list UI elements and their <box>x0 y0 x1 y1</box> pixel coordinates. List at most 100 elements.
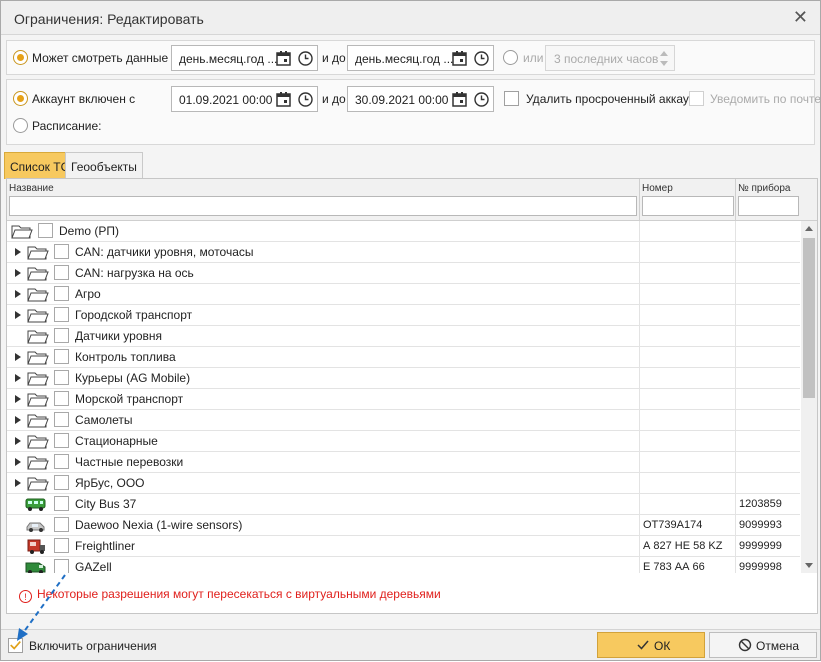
folder-row[interactable]: ЯрБус, ООО <box>7 473 800 494</box>
folder-icon <box>27 432 49 450</box>
last-hours-radio[interactable] <box>503 50 518 65</box>
vehicle-row[interactable]: City Bus 37 1203859 <box>7 494 800 515</box>
vehicle-row[interactable]: Freightliner А 827 НЕ 58 KZ 9999999 <box>7 536 800 557</box>
row-device-cell: 9099993 <box>736 515 800 535</box>
clock-icon[interactable] <box>297 50 314 67</box>
row-checkbox[interactable] <box>54 391 69 406</box>
grid-scrollbar[interactable] <box>801 221 817 573</box>
row-checkbox[interactable] <box>54 475 69 490</box>
expand-arrow-icon[interactable] <box>15 269 21 277</box>
row-number-cell: А 827 НЕ 58 KZ <box>640 536 736 556</box>
clock-icon[interactable] <box>473 50 490 67</box>
schedule-label: Расписание: <box>32 119 102 133</box>
row-name: CAN: нагрузка на ось <box>75 266 194 280</box>
folder-icon <box>27 474 49 492</box>
row-name-cell: GAZell <box>7 557 640 573</box>
expand-arrow-icon[interactable] <box>15 437 21 445</box>
row-checkbox[interactable] <box>54 349 69 364</box>
expand-arrow-icon[interactable] <box>15 248 21 256</box>
row-checkbox[interactable] <box>54 286 69 301</box>
row-checkbox[interactable] <box>54 517 69 532</box>
row-checkbox[interactable] <box>54 265 69 280</box>
row-checkbox[interactable] <box>54 244 69 259</box>
folder-row[interactable]: Агро <box>7 284 800 305</box>
clock-icon[interactable] <box>473 91 490 108</box>
expand-arrow-icon[interactable] <box>15 458 21 466</box>
expand-arrow-icon[interactable] <box>15 479 21 487</box>
warning-text: Некоторые разрешения могут пересекаться … <box>37 587 441 601</box>
row-checkbox[interactable] <box>54 328 69 343</box>
calendar-icon[interactable] <box>275 91 292 108</box>
row-name: City Bus 37 <box>75 497 137 511</box>
name-filter-input[interactable] <box>9 196 637 216</box>
spin-up-icon[interactable] <box>660 51 668 56</box>
scroll-up-icon[interactable] <box>805 226 813 231</box>
vehicle-row[interactable]: GAZell Е 783 АА 66 9999998 <box>7 557 800 573</box>
expand-arrow-icon[interactable] <box>15 311 21 319</box>
expand-arrow-icon[interactable] <box>15 290 21 298</box>
number-filter-input[interactable] <box>642 196 734 216</box>
expand-arrow-icon[interactable] <box>15 416 21 424</box>
folder-row[interactable]: Demo (РП) <box>7 221 800 242</box>
folder-row[interactable]: CAN: нагрузка на ось <box>7 263 800 284</box>
folder-row[interactable]: CAN: датчики уровня, моточасы <box>7 242 800 263</box>
delete-expired-label: Удалить просроченный аккаунт <box>526 92 702 106</box>
close-icon[interactable]: ✕ <box>793 7 808 28</box>
row-device-cell: 9999998 <box>736 557 800 573</box>
cancel-button[interactable]: Отмена <box>709 632 817 658</box>
expand-arrow-icon[interactable] <box>15 374 21 382</box>
folder-row[interactable]: Городской транспорт <box>7 305 800 326</box>
row-device: 1203859 <box>739 498 782 510</box>
account-enabled-radio[interactable] <box>13 91 28 106</box>
row-number-cell <box>640 263 736 283</box>
device-filter-input[interactable] <box>738 196 799 216</box>
check-icon <box>637 640 649 650</box>
view-to-field[interactable]: день.месяц.год ... <box>347 45 494 71</box>
calendar-icon[interactable] <box>275 50 292 67</box>
folder-row[interactable]: Частные перевозки <box>7 452 800 473</box>
tab-geoobjects[interactable]: Геообъекты <box>65 152 143 179</box>
account-enabled-label: Аккаунт включен с <box>32 92 136 106</box>
row-device-cell: 1203859 <box>736 494 800 514</box>
folder-row[interactable]: Контроль топлива <box>7 347 800 368</box>
account-from-field[interactable]: 01.09.2021 00:00 <box>171 86 318 112</box>
folder-row[interactable]: Датчики уровня <box>7 326 800 347</box>
calendar-icon[interactable] <box>451 91 468 108</box>
grid-header: Название Номер № прибора <box>7 179 817 221</box>
scroll-down-icon[interactable] <box>805 563 813 568</box>
folder-row[interactable]: Стационарные <box>7 431 800 452</box>
expand-arrow-icon[interactable] <box>15 395 21 403</box>
row-checkbox[interactable] <box>38 223 53 238</box>
schedule-radio[interactable] <box>13 118 28 133</box>
clock-icon[interactable] <box>297 91 314 108</box>
calendar-icon[interactable] <box>451 50 468 67</box>
row-checkbox[interactable] <box>54 370 69 385</box>
enable-restrictions-checkbox[interactable] <box>8 638 23 653</box>
row-checkbox[interactable] <box>54 559 69 573</box>
row-checkbox[interactable] <box>54 454 69 469</box>
notify-email-checkbox[interactable] <box>689 91 704 106</box>
account-section: Аккаунт включен с 01.09.2021 00:00 и до … <box>6 79 821 145</box>
row-checkbox[interactable] <box>54 538 69 553</box>
row-name: Морской транспорт <box>75 392 184 406</box>
view-from-field[interactable]: день.месяц.год ... <box>171 45 318 71</box>
spin-down-icon[interactable] <box>660 61 668 66</box>
row-checkbox[interactable] <box>54 412 69 427</box>
view-to-value: день.месяц.год ... <box>355 52 454 66</box>
delete-expired-checkbox[interactable] <box>504 91 519 106</box>
expand-arrow-icon[interactable] <box>15 353 21 361</box>
folder-row[interactable]: Самолеты <box>7 410 800 431</box>
scroll-thumb[interactable] <box>803 238 815 398</box>
last-hours-spinner[interactable]: 3 последних часов <box>545 45 675 71</box>
ok-button[interactable]: ОК <box>597 632 705 658</box>
row-checkbox[interactable] <box>54 433 69 448</box>
bus-icon <box>25 496 47 512</box>
truck-icon <box>25 538 47 554</box>
view-data-radio[interactable] <box>13 50 28 65</box>
folder-row[interactable]: Морской транспорт <box>7 389 800 410</box>
account-to-field[interactable]: 30.09.2021 00:00 <box>347 86 494 112</box>
folder-row[interactable]: Курьеры (AG Mobile) <box>7 368 800 389</box>
vehicle-row[interactable]: Daewoo Nexia (1-wire sensors) ОТ739А174 90… <box>7 515 800 536</box>
row-checkbox[interactable] <box>54 307 69 322</box>
row-checkbox[interactable] <box>54 496 69 511</box>
